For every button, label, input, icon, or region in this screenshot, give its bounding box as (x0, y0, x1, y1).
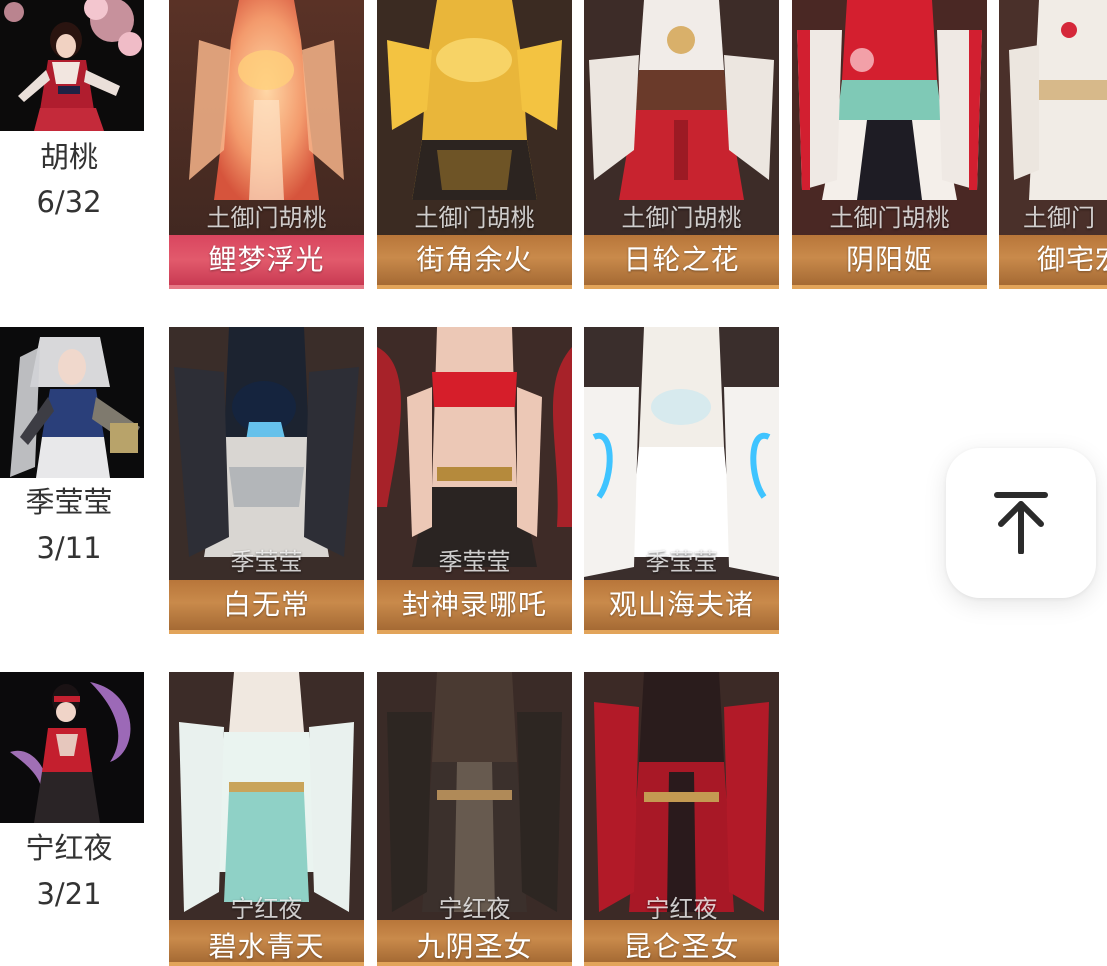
skin-owner-label: 季莹莹 (230, 548, 303, 576)
skin-name: 街角余火 (416, 243, 533, 276)
skin-card[interactable]: 季莹莹 观山海夫诸 (584, 327, 779, 634)
skin-card[interactable]: 宁红夜 九阴圣女 (377, 672, 572, 966)
skin-card[interactable]: 土御门 御宅宏 (999, 0, 1107, 289)
skin-owner-label: 土御门 (1023, 204, 1095, 232)
skin-name: 鲤梦浮光 (208, 243, 325, 276)
skin-owner-label: 土御门胡桃 (621, 204, 742, 232)
skin-name-bar: 御宅宏 (999, 235, 1107, 289)
skin-name-bar: 鲤梦浮光 (169, 235, 364, 289)
skin-name: 九阴圣女 (416, 930, 533, 963)
skin-count: 3/21 (36, 877, 102, 911)
skin-card[interactable]: 宁红夜 昆仑圣女 (584, 672, 779, 966)
skin-name: 日轮之花 (623, 243, 740, 276)
character-name: 胡桃 (39, 140, 98, 174)
skin-card[interactable]: 土御门胡桃 阴阳姬 (792, 0, 987, 289)
skin-owner-label: 土御门胡桃 (829, 204, 950, 232)
skin-name: 御宅宏 (1037, 243, 1107, 276)
character-row: 宁红夜 3/21 宁红夜 碧水青天 宁红夜 九阴圣女 宁红夜 昆仑圣女 (0, 672, 1107, 966)
skin-owner-label: 土御门胡桃 (206, 204, 327, 232)
skin-count: 6/32 (36, 185, 102, 219)
skin-collection-page: 胡桃 6/32 土御门胡桃 鲤梦浮光 土御门胡桃 街角余火 土御门胡桃 日轮之花… (0, 0, 1107, 966)
skin-name-bar: 观山海夫诸 (584, 580, 779, 634)
skin-name: 阴阳姬 (845, 243, 933, 276)
skin-owner-label: 宁红夜 (645, 895, 718, 923)
skin-card[interactable]: 季莹莹 白无常 (169, 327, 364, 634)
skin-name-bar: 昆仑圣女 (584, 920, 779, 966)
skin-name-bar: 封神录哪吒 (377, 580, 572, 634)
skin-name: 封神录哪吒 (401, 588, 547, 621)
character-avatar[interactable] (0, 672, 144, 823)
character-info[interactable]: 季莹莹 3/11 (0, 327, 144, 627)
back-to-top-button[interactable] (946, 448, 1096, 598)
character-info[interactable]: 宁红夜 3/21 (0, 672, 144, 966)
skin-count: 3/11 (36, 531, 102, 565)
character-row: 季莹莹 3/11 季莹莹 白无常 季莹莹 封神录哪吒 季莹莹 观山海夫诸 (0, 327, 1107, 647)
skin-name-bar: 街角余火 (377, 235, 572, 289)
character-avatar[interactable] (0, 327, 144, 478)
character-name: 季莹莹 (25, 485, 113, 519)
skin-name-bar: 日轮之花 (584, 235, 779, 289)
skin-name-bar: 白无常 (169, 580, 364, 634)
skin-name-bar: 碧水青天 (169, 920, 364, 966)
skin-owner-label: 季莹莹 (645, 548, 718, 576)
skin-name-bar: 九阴圣女 (377, 920, 572, 966)
skin-name-bar: 阴阳姬 (792, 235, 987, 289)
skin-card[interactable]: 土御门胡桃 日轮之花 (584, 0, 779, 289)
skin-card[interactable]: 宁红夜 碧水青天 (169, 672, 364, 966)
skin-card[interactable]: 土御门胡桃 鲤梦浮光 (169, 0, 364, 289)
skin-card[interactable]: 季莹莹 封神录哪吒 (377, 327, 572, 634)
character-row: 胡桃 6/32 土御门胡桃 鲤梦浮光 土御门胡桃 街角余火 土御门胡桃 日轮之花… (0, 0, 1107, 320)
character-info[interactable]: 胡桃 6/32 (0, 0, 144, 300)
skin-owner-label: 季莹莹 (438, 548, 511, 576)
skin-owner-label: 宁红夜 (438, 895, 511, 923)
skin-name: 昆仑圣女 (623, 930, 740, 963)
skin-name: 碧水青天 (208, 930, 325, 963)
skin-owner-label: 宁红夜 (230, 895, 303, 923)
skin-name: 观山海夫诸 (608, 588, 754, 621)
skin-name: 白无常 (222, 588, 310, 621)
character-avatar[interactable] (0, 0, 144, 131)
skin-card[interactable]: 土御门胡桃 街角余火 (377, 0, 572, 289)
character-name: 宁红夜 (25, 831, 113, 865)
skin-owner-label: 土御门胡桃 (414, 204, 535, 232)
arrow-up-to-line-icon (994, 492, 1048, 554)
